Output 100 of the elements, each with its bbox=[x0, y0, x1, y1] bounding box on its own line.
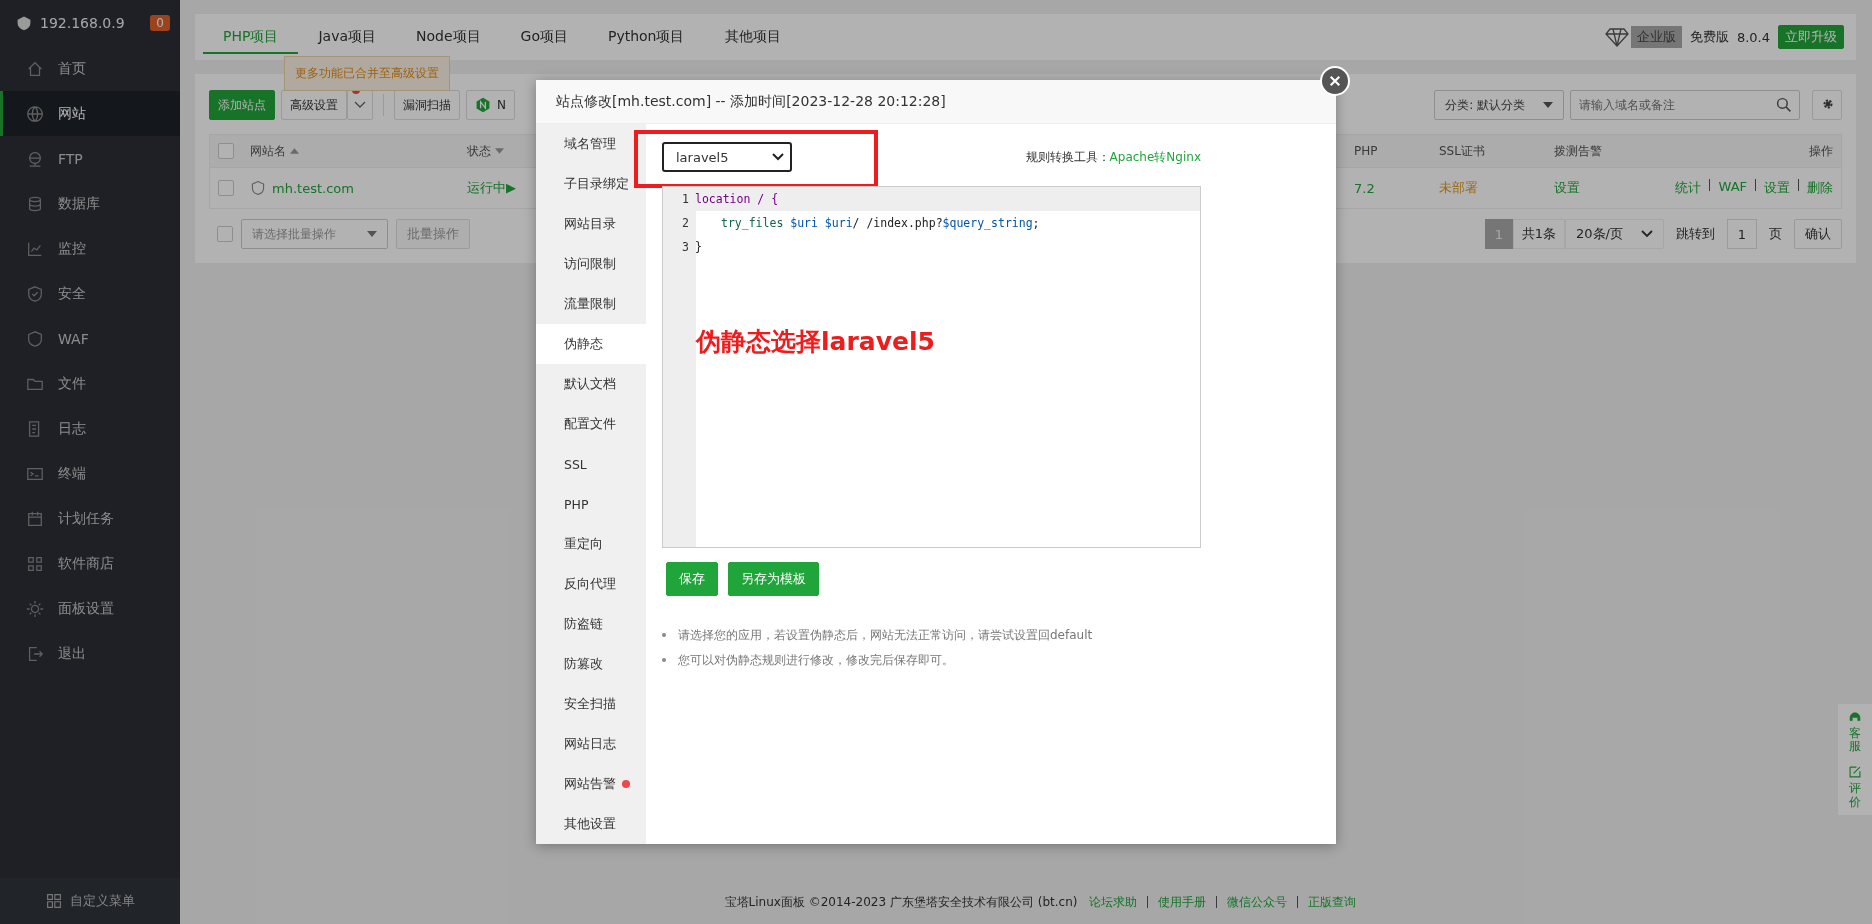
dialog-nav-item[interactable]: 子目录绑定 bbox=[536, 164, 646, 204]
sidebar-item[interactable]: 数据库 bbox=[0, 181, 180, 226]
sidebar-item[interactable]: FTP bbox=[0, 136, 180, 181]
sidebar-item[interactable]: 退出 bbox=[0, 631, 180, 676]
search-field[interactable]: 请输入域名或备注 bbox=[1570, 90, 1800, 120]
save-button[interactable]: 另存为模板 bbox=[728, 562, 819, 596]
sidebar-item[interactable]: 文件 bbox=[0, 361, 180, 406]
vulnerability-scan-button[interactable]: 漏洞扫描 bbox=[394, 90, 460, 120]
menu-icon bbox=[26, 149, 44, 168]
dialog-nav-item[interactable]: 安全扫描 bbox=[536, 684, 646, 724]
sidebar-item[interactable]: 面板设置 bbox=[0, 586, 180, 631]
project-tab[interactable]: 其他项目 bbox=[704, 20, 801, 54]
row-checkbox[interactable] bbox=[218, 180, 234, 196]
footer-link[interactable]: 微信公众号 bbox=[1227, 893, 1288, 911]
project-tab[interactable]: Python项目 bbox=[587, 20, 705, 54]
action-link[interactable]: 设置 bbox=[1764, 179, 1790, 197]
column-header[interactable]: 状态 bbox=[467, 142, 491, 160]
dropdown-button[interactable] bbox=[347, 90, 373, 120]
search-icon bbox=[1776, 97, 1792, 113]
dialog-nav-item[interactable]: SSL bbox=[536, 444, 646, 484]
dialog-nav-item[interactable]: 流量限制 bbox=[536, 284, 646, 324]
action-link[interactable]: WAF bbox=[1718, 179, 1747, 197]
dialog-nav-item[interactable]: PHP bbox=[536, 484, 646, 524]
footer-link[interactable]: 正版查询 bbox=[1308, 893, 1357, 911]
batch-select[interactable]: 请选择批量操作 bbox=[241, 219, 388, 249]
edit-icon bbox=[1848, 765, 1862, 780]
site-name-link[interactable]: mh.test.com bbox=[272, 180, 354, 196]
dialog-nav-item[interactable]: 防盗链 bbox=[536, 604, 646, 644]
save-button[interactable]: 保存 bbox=[666, 562, 718, 596]
code-line: } bbox=[695, 240, 702, 254]
sidebar-item[interactable]: 日志 bbox=[0, 406, 180, 451]
notification-count[interactable]: 0 bbox=[150, 15, 170, 31]
goto-label: 跳转到 bbox=[1676, 225, 1715, 243]
custom-menu-button[interactable]: 自定义菜单 bbox=[45, 892, 135, 910]
converter-link[interactable]: Apache转Nginx bbox=[1109, 149, 1201, 164]
floating-button[interactable]: 评价 bbox=[1848, 765, 1862, 809]
rule-select[interactable]: laravel5 bbox=[662, 142, 792, 172]
line-number: 3 bbox=[681, 240, 689, 254]
menu-icon bbox=[26, 284, 44, 303]
project-tab[interactable]: Go项目 bbox=[500, 20, 588, 54]
caret-icon bbox=[1641, 230, 1653, 238]
close-button[interactable] bbox=[1320, 66, 1350, 96]
settings-button[interactable] bbox=[1812, 90, 1842, 120]
sidebar-item[interactable]: 网站 bbox=[0, 91, 180, 136]
footer-link[interactable]: 论坛求助 bbox=[1089, 893, 1138, 911]
dialog-nav-item[interactable]: 默认文档 bbox=[536, 364, 646, 404]
sidebar-item[interactable]: 安全 bbox=[0, 271, 180, 316]
version-label: 8.0.4 bbox=[1736, 29, 1770, 45]
menu-icon bbox=[26, 194, 44, 213]
dialog-nav-item[interactable]: 重定向 bbox=[536, 524, 646, 564]
project-tab[interactable]: Node项目 bbox=[396, 20, 501, 54]
annotation-text: 伪静态选择laravel5 bbox=[696, 326, 935, 358]
menu-icon bbox=[26, 509, 44, 528]
copyright-text: 宝塔Linux面板 ©2014-2023 广东堡塔安全技术有限公司 (bt.cn) bbox=[724, 893, 1078, 911]
nginx-button[interactable]: N bbox=[466, 90, 515, 120]
sort-down-icon bbox=[495, 148, 504, 154]
help-note: 您可以对伪静态规则进行修改，修改完后保存即可。 bbox=[678, 651, 954, 668]
dialog-nav-item[interactable]: 域名管理 bbox=[536, 124, 646, 164]
sidebar-item[interactable]: 首页 bbox=[0, 46, 180, 91]
enterprise-badge[interactable]: 企业版 bbox=[1630, 26, 1682, 48]
batch-button[interactable]: 批量操作 bbox=[396, 219, 470, 249]
dialog-nav-item[interactable]: 反向代理 bbox=[536, 564, 646, 604]
page-size-select[interactable]: 20条/页 bbox=[1565, 219, 1664, 249]
dialog-nav-item[interactable]: 网站日志 bbox=[536, 724, 646, 764]
advanced-settings-button[interactable]: 高级设置 bbox=[281, 90, 347, 120]
column-header: 拨测告警 bbox=[1554, 142, 1603, 160]
select-all-checkbox[interactable] bbox=[218, 143, 234, 159]
dialog-title: 站点修改[mh.test.com] -- 添加时间[2023-12-28 20:12:28] bbox=[536, 80, 1336, 124]
confirm-button[interactable]: 确认 bbox=[1794, 219, 1842, 249]
footer-link[interactable]: 使用手册 bbox=[1158, 893, 1207, 911]
dialog-nav-item[interactable]: 网站目录 bbox=[536, 204, 646, 244]
dialog-nav-item[interactable]: 网站告警 bbox=[536, 764, 646, 804]
help-note: 请选择您的应用，若设置伪静态后，网站无法正常访问，请尝试设置回default bbox=[678, 626, 1093, 643]
sidebar-item[interactable]: 终端 bbox=[0, 451, 180, 496]
action-link[interactable]: 统计 bbox=[1675, 179, 1702, 197]
floating-button[interactable]: 客服 bbox=[1848, 710, 1862, 754]
project-tab[interactable]: Java项目 bbox=[298, 20, 396, 54]
category-select[interactable]: 分类: 默认分类 bbox=[1434, 90, 1564, 120]
code-editor[interactable]: 1 location / { 2 try_files $uri $uri/ /index.php?$query_string; 3 } 伪静态选择laravel5 bbox=[662, 186, 1201, 548]
add-site-button[interactable]: 添加站点 bbox=[209, 90, 275, 120]
sidebar-item[interactable]: 软件商店 bbox=[0, 541, 180, 586]
sidebar-item[interactable]: 监控 bbox=[0, 226, 180, 271]
dialog-nav-item[interactable]: 配置文件 bbox=[536, 404, 646, 444]
dialog-nav-item[interactable]: 访问限制 bbox=[536, 244, 646, 284]
dialog-nav-item[interactable]: 防篡改 bbox=[536, 644, 646, 684]
select-checkbox[interactable] bbox=[217, 226, 233, 242]
shield-icon bbox=[250, 180, 266, 196]
sidebar-item[interactable]: WAF bbox=[0, 316, 180, 361]
sidebar-item[interactable]: 计划任务 bbox=[0, 496, 180, 541]
php-version-link[interactable]: 7.2 bbox=[1354, 180, 1439, 196]
upgrade-button[interactable]: 立即升级 bbox=[1778, 25, 1844, 49]
dialog-nav-item[interactable]: 伪静态 bbox=[536, 324, 646, 364]
bullet-icon bbox=[662, 657, 666, 662]
monitor-settings-link[interactable]: 设置 bbox=[1554, 179, 1671, 197]
goto-page-field[interactable]: 1 bbox=[1727, 219, 1757, 249]
action-link[interactable]: 删除 bbox=[1807, 179, 1833, 197]
project-tab[interactable]: PHP项目 bbox=[203, 20, 299, 54]
total-count: 共1条 bbox=[1512, 219, 1566, 249]
dialog-nav-item[interactable]: 其他设置 bbox=[536, 804, 646, 844]
column-header[interactable]: 网站名 bbox=[250, 142, 286, 160]
